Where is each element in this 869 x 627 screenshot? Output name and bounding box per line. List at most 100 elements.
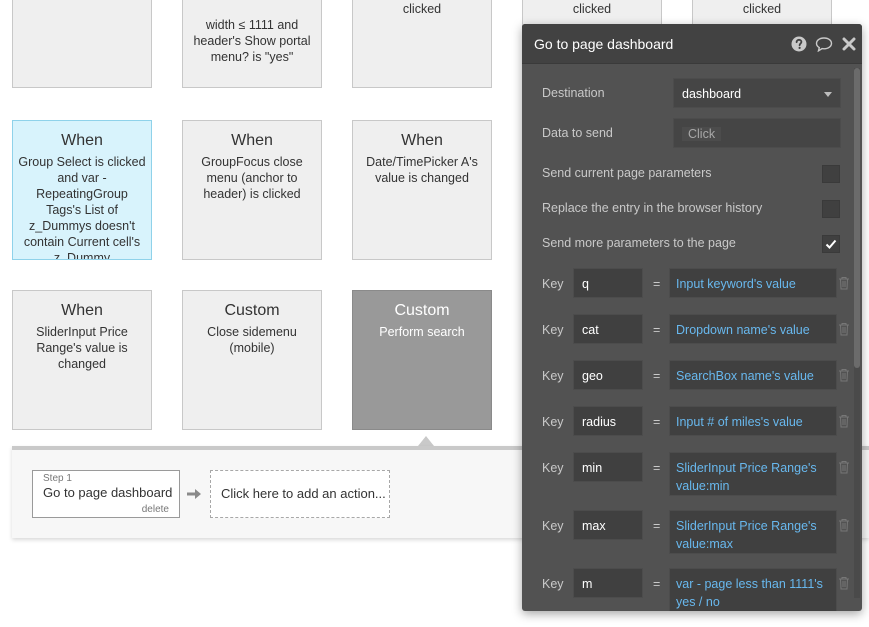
key-label: Key <box>542 461 564 475</box>
replace-history-checkbox[interactable] <box>822 200 840 218</box>
more-params-checkbox[interactable] <box>822 235 840 253</box>
param-key-value: geo <box>582 369 603 383</box>
destination-dropdown[interactable]: dashboard <box>673 78 841 108</box>
param-key-input[interactable]: geo <box>573 360 643 390</box>
editor-body: Destination dashboard Data to send Click… <box>522 65 862 611</box>
param-key-value: min <box>582 461 603 475</box>
data-to-send-placeholder: Click <box>682 127 722 141</box>
step-name: Go to page dashboard <box>43 485 173 500</box>
trash-icon[interactable] <box>838 576 850 590</box>
event-card-description: clicked <box>572 2 612 16</box>
param-key-input[interactable]: cat <box>573 314 643 344</box>
event-card-description: SliderInput Price Range's value is chang… <box>36 325 128 371</box>
event-card-title: When <box>401 132 443 149</box>
param-value-expression: Input keyword's value <box>676 277 796 291</box>
key-label: Key <box>542 277 564 291</box>
editor-header[interactable]: Go to page dashboard <box>522 24 862 64</box>
param-value-input[interactable]: SliderInput Price Range's value:max <box>669 510 837 554</box>
data-to-send-label: Data to send <box>542 126 613 140</box>
send-params-checkbox[interactable] <box>822 165 840 183</box>
equals-sign: = <box>653 277 661 291</box>
event-card-title: When <box>231 132 273 149</box>
key-label: Key <box>542 519 564 533</box>
param-key-value: cat <box>582 323 599 337</box>
checkmark-icon <box>825 239 837 249</box>
trash-icon[interactable] <box>838 414 850 428</box>
param-key-value: radius <box>582 415 617 429</box>
event-card-description: clicked <box>402 2 442 16</box>
help-icon[interactable] <box>791 36 807 52</box>
replace-history-label: Replace the entry in the browser history <box>542 201 763 215</box>
add-action-button[interactable]: Click here to add an action... <box>210 470 390 518</box>
more-params-label: Send more parameters to the page <box>542 236 736 250</box>
step-number: Step 1 <box>43 473 72 484</box>
equals-sign: = <box>653 415 661 429</box>
event-card-title: Custom <box>394 302 450 319</box>
param-key-value: max <box>582 519 606 533</box>
key-label: Key <box>542 323 564 337</box>
trash-icon[interactable] <box>838 276 850 290</box>
destination-label: Destination <box>542 86 605 100</box>
event-card[interactable]: Custom Close sidemenu (mobile) <box>182 290 322 430</box>
event-card[interactable]: When SliderInput Price Range's value is … <box>12 290 152 430</box>
event-card[interactable]: When GroupFocus close menu (anchor to he… <box>182 120 322 260</box>
destination-value: dashboard <box>682 87 742 101</box>
param-value-expression: var - page less than 1111's yes / no <box>676 577 823 609</box>
param-value-expression: SearchBox name's value <box>676 369 814 383</box>
trash-icon[interactable] <box>838 368 850 382</box>
step-card[interactable]: Step 1 Go to page dashboard delete <box>32 470 180 518</box>
event-card-description: Date/TimePicker A's value is changed <box>366 155 478 185</box>
equals-sign: = <box>653 369 661 383</box>
param-value-input[interactable]: var - page less than 1111's yes / no <box>669 568 837 611</box>
param-key-input[interactable]: min <box>573 452 643 482</box>
send-params-label: Send current page parameters <box>542 166 712 180</box>
editor-title: Go to page dashboard <box>534 36 674 52</box>
event-card-description: Perform search <box>379 325 465 339</box>
property-editor: Go to page dashboard Destination dashboa… <box>522 24 862 611</box>
scrollbar-thumb[interactable] <box>854 68 860 368</box>
key-label: Key <box>542 577 564 591</box>
event-card-description: GroupFocus close menu (anchor to header)… <box>201 155 303 201</box>
event-card[interactable] <box>12 0 152 88</box>
event-card-title: When <box>61 132 103 149</box>
event-card[interactable]: width ≤ 1111 and header's Show portal me… <box>182 0 322 88</box>
comment-icon[interactable] <box>815 36 833 52</box>
event-card-description: clicked <box>742 2 782 16</box>
param-value-input[interactable]: Input keyword's value <box>669 268 837 298</box>
equals-sign: = <box>653 461 661 475</box>
event-card-selected[interactable]: When Group Select is clicked and var - R… <box>12 120 152 260</box>
event-card-title: When <box>61 302 103 319</box>
data-to-send-field[interactable]: Click <box>673 118 841 148</box>
event-card-description: Group Select is clicked and var - Repeat… <box>18 155 146 260</box>
key-label: Key <box>542 369 564 383</box>
param-value-expression: Dropdown name's value <box>676 323 810 337</box>
param-key-input[interactable]: q <box>573 268 643 298</box>
param-value-expression: SliderInput Price Range's value:min <box>676 461 817 493</box>
equals-sign: = <box>653 577 661 591</box>
key-label: Key <box>542 415 564 429</box>
chevron-down-icon <box>824 92 832 97</box>
event-card-title: Custom <box>224 302 280 319</box>
param-value-input[interactable]: Input # of miles's value <box>669 406 837 436</box>
param-key-input[interactable]: radius <box>573 406 643 436</box>
param-value-input[interactable]: SearchBox name's value <box>669 360 837 390</box>
event-card-description: width ≤ 1111 and header's Show portal me… <box>193 18 311 64</box>
close-icon[interactable] <box>842 36 856 52</box>
panel-pointer <box>418 436 434 446</box>
delete-step-link[interactable]: delete <box>142 504 169 515</box>
trash-icon[interactable] <box>838 322 850 336</box>
equals-sign: = <box>653 519 661 533</box>
trash-icon[interactable] <box>838 518 850 532</box>
param-key-input[interactable]: max <box>573 510 643 540</box>
event-card[interactable]: clicked <box>352 0 492 88</box>
event-card-active[interactable]: Custom Perform search <box>352 290 492 430</box>
event-card[interactable]: When Date/TimePicker A's value is change… <box>352 120 492 260</box>
editor-scrollbar[interactable] <box>854 68 860 598</box>
param-value-input[interactable]: SliderInput Price Range's value:min <box>669 452 837 496</box>
trash-icon[interactable] <box>838 460 850 474</box>
param-key-input[interactable]: m <box>573 568 643 598</box>
equals-sign: = <box>653 323 661 337</box>
param-value-input[interactable]: Dropdown name's value <box>669 314 837 344</box>
param-key-value: q <box>582 277 589 291</box>
param-value-expression: SliderInput Price Range's value:max <box>676 519 817 551</box>
